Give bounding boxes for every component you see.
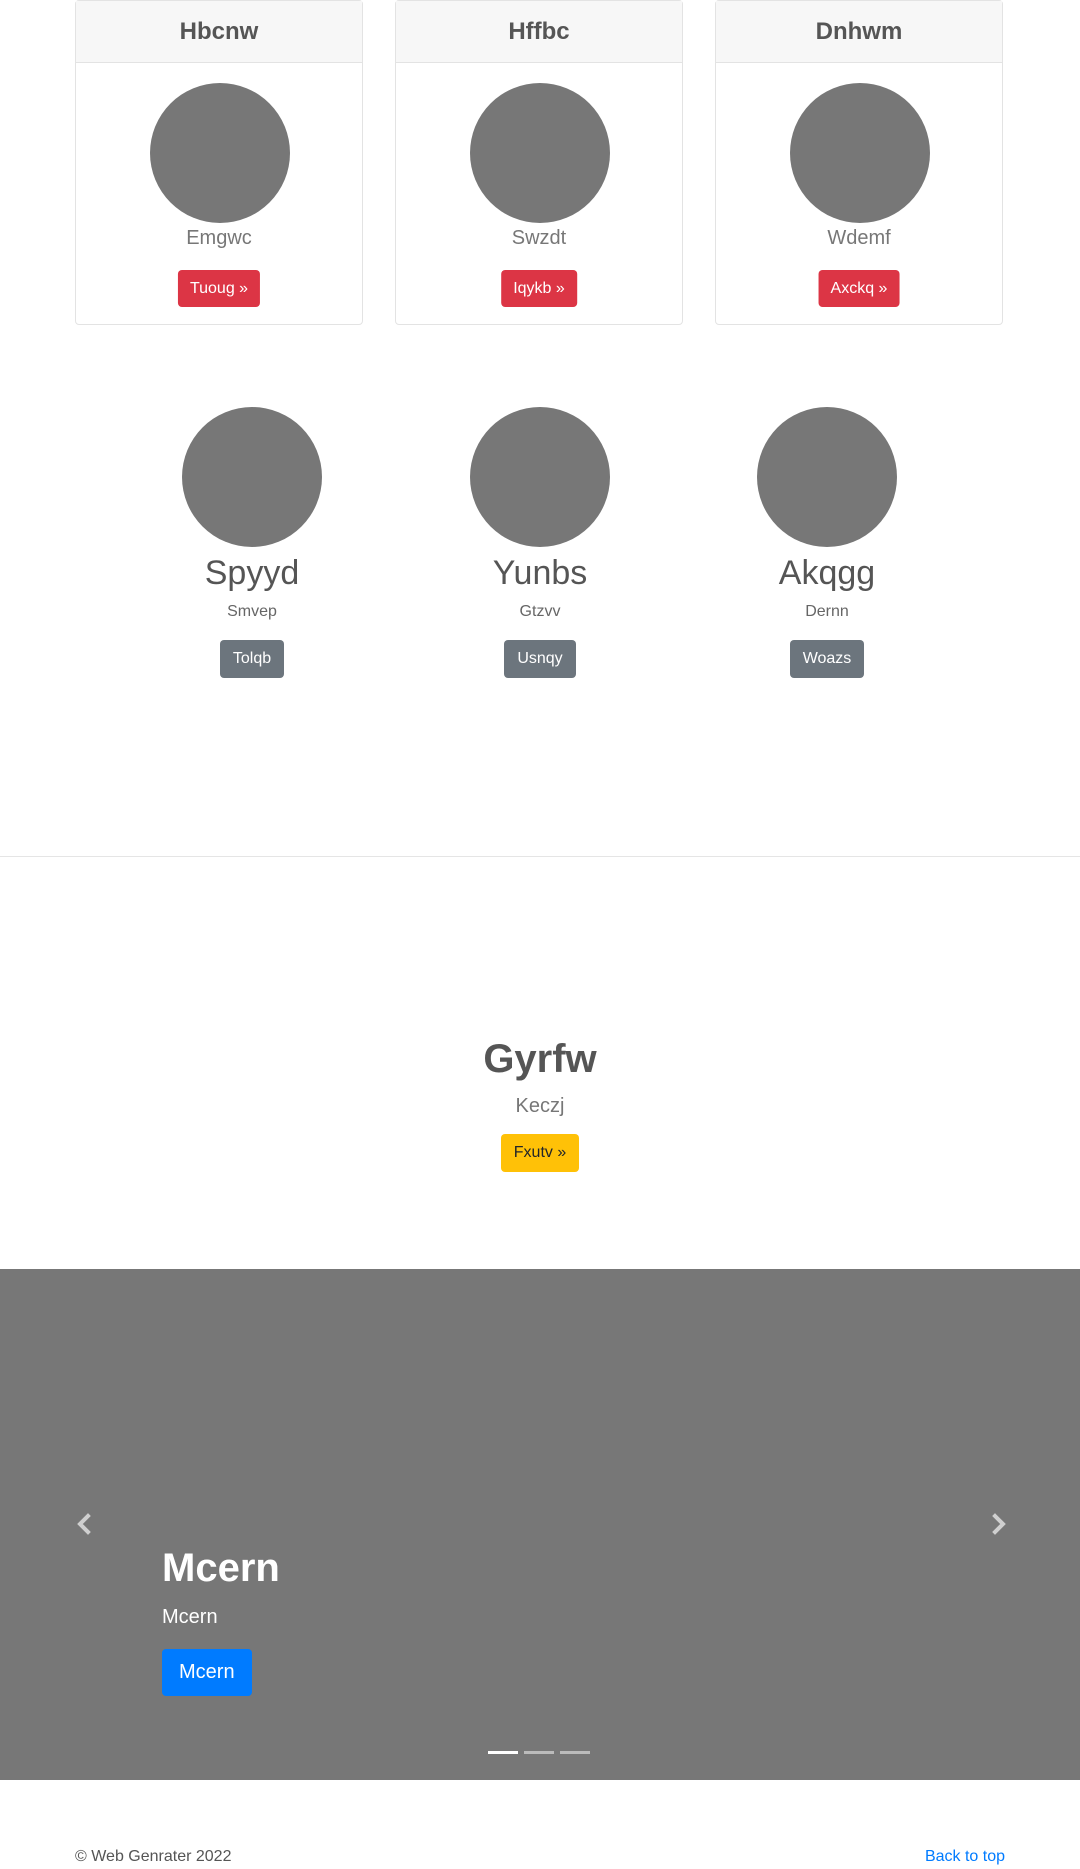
carousel-caption: Mcern Mcern Mcern — [162, 1544, 280, 1696]
person: Spyyd Smvep Tolqb — [152, 407, 352, 678]
chevron-right-icon[interactable] — [987, 1506, 1011, 1542]
card-button[interactable]: Axckq » — [818, 270, 900, 307]
person-name: Yunbs — [492, 554, 588, 592]
card-button[interactable]: Tuoug » — [177, 270, 261, 307]
card-grid: Hbcnw Emgwc Tuoug » Hffbc Swzdt Iqykb » … — [75, 0, 1005, 327]
person-role: Smvep — [227, 603, 277, 620]
person-avatar — [470, 407, 610, 547]
card-image-placeholder — [790, 83, 930, 223]
card-subtitle: Wdemf — [827, 227, 891, 249]
card-title: Hffbc — [396, 1, 682, 63]
carousel-button[interactable]: Mcern — [162, 1649, 252, 1696]
person-role: Dernn — [805, 603, 849, 620]
person: Yunbs Gtzvv Usnqy — [440, 407, 640, 678]
person-name: Akqgg — [778, 554, 876, 592]
hero-title: Gyrfw — [483, 1037, 597, 1081]
card-image-placeholder — [150, 83, 290, 223]
person: Akqgg Dernn Woazs — [727, 407, 927, 678]
person-avatar — [182, 407, 322, 547]
carousel-title: Mcern — [162, 1546, 280, 1590]
carousel-indicators — [488, 1751, 590, 1754]
card-title: Dnhwm — [716, 1, 1002, 63]
card-subtitle: Swzdt — [511, 227, 567, 249]
person-role: Gtzvv — [519, 603, 561, 620]
carousel-indicator[interactable] — [560, 1751, 590, 1754]
person-name: Spyyd — [204, 554, 300, 592]
person-button[interactable]: Usnqy — [504, 640, 576, 678]
card-title: Hbcnw — [76, 1, 362, 63]
carousel-subtitle: Mcern — [162, 1606, 218, 1628]
footer-copyright: © Web Genrater 2022 — [75, 1848, 232, 1865]
carousel-indicator[interactable] — [524, 1751, 554, 1754]
back-to-top-link[interactable]: Back to top — [925, 1848, 1005, 1866]
carousel-indicator[interactable] — [488, 1751, 518, 1754]
section-divider — [0, 856, 1080, 857]
hero-button[interactable]: Fxutv » — [500, 1134, 580, 1172]
card-button[interactable]: Iqykb » — [501, 270, 577, 307]
card-subtitle: Emgwc — [186, 227, 252, 249]
person-button[interactable]: Woazs — [789, 640, 865, 678]
hero: Gyrfw Keczj Fxutv » — [0, 1033, 1080, 1172]
person-button[interactable]: Tolqb — [219, 640, 285, 678]
card: Hffbc Swzdt Iqykb » — [395, 0, 683, 325]
carousel — [0, 1269, 1080, 1780]
card: Dnhwm Wdemf Axckq » — [715, 0, 1003, 325]
person-avatar — [757, 407, 897, 547]
chevron-left-icon[interactable] — [72, 1506, 96, 1542]
hero-subtitle: Keczj — [515, 1095, 565, 1117]
card-image-placeholder — [470, 83, 610, 223]
card: Hbcnw Emgwc Tuoug » — [75, 0, 363, 325]
